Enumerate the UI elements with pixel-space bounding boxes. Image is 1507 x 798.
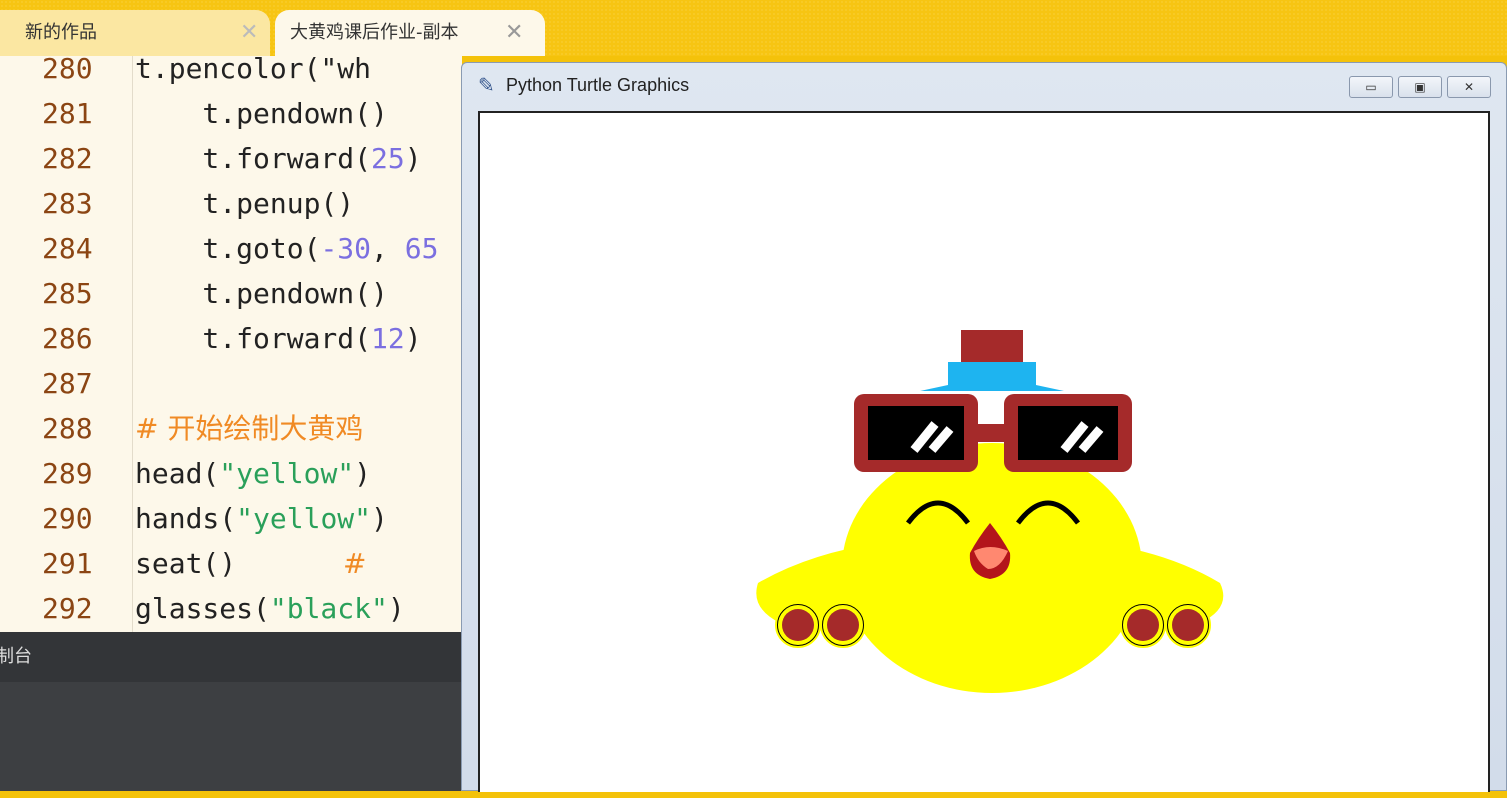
line-number: 280 — [42, 56, 93, 85]
code-token: ) — [404, 142, 422, 175]
line-number: 289 — [42, 457, 93, 490]
window-title: Python Turtle Graphics — [506, 75, 690, 95]
code-text: head("yellow") — [135, 451, 371, 496]
code-token: -30 — [320, 232, 372, 265]
code-token: 12 — [371, 322, 405, 355]
code-line[interactable]: 289 head("yellow") — [0, 451, 462, 496]
minimize-button[interactable]: ▭ — [1349, 76, 1393, 98]
code-text: hands("yellow") — [135, 496, 388, 541]
close-icon[interactable]: ✕ — [240, 10, 258, 56]
code-token: t.pencolor("wh — [135, 56, 372, 85]
code-text: # 开始绘制大黄鸡 — [135, 406, 363, 451]
line-number: 291 — [42, 547, 93, 580]
code-token: t.forward( — [135, 142, 372, 175]
code-token: 65 — [404, 232, 439, 265]
code-line[interactable]: 282 t.forward(25) — [0, 136, 462, 181]
code-text: t.pencolor("wh — [135, 56, 371, 91]
hat-band — [920, 362, 1064, 391]
hat-top — [961, 330, 1023, 362]
console-title: 制台 — [0, 646, 32, 667]
code-line[interactable]: 281 t.pendown() — [0, 91, 462, 136]
tab-label: 大黄鸡课后作业-副本 — [290, 22, 459, 43]
line-number: 283 — [42, 187, 93, 220]
line-number: 282 — [42, 142, 93, 175]
close-icon[interactable]: ✕ — [505, 10, 523, 56]
code-token: # — [236, 547, 367, 580]
tab-homework-copy[interactable]: 大黄鸡课后作业-副本 ✕ — [275, 10, 545, 56]
console-output[interactable] — [0, 682, 462, 791]
code-text: t.pendown() — [135, 271, 388, 316]
tab-new-work[interactable]: 新的作品 ✕ — [0, 10, 270, 56]
turtle-graphics-window[interactable]: ✎ Python Turtle Graphics ▭ ▣ ✕ — [461, 62, 1507, 792]
code-editor[interactable]: 280 t.pencolor("wh 281 t.pendown() 282 t.fo… — [0, 56, 462, 632]
code-token: "yellow" — [236, 502, 372, 535]
line-number: 286 — [42, 322, 93, 355]
code-token: # 开始绘制大黄鸡 — [135, 412, 364, 445]
code-token: glasses( — [135, 592, 270, 625]
code-token: "yellow" — [219, 457, 355, 490]
code-line[interactable]: 287 — [0, 361, 462, 406]
console-header: 制台 — [0, 632, 462, 682]
code-line[interactable]: 285 t.pendown() — [0, 271, 462, 316]
code-text: glasses("black") — [135, 586, 405, 631]
code-token: seat() — [135, 547, 237, 580]
code-line[interactable]: 290 hands("yellow") — [0, 496, 462, 541]
code-token: head( — [135, 457, 220, 490]
code-token: , — [371, 232, 405, 265]
tab-label: 新的作品 — [25, 22, 97, 43]
code-text: t.penup() — [135, 181, 354, 226]
code-line[interactable]: 288 # 开始绘制大黄鸡 — [0, 406, 462, 451]
code-token: t.pendown() — [135, 277, 388, 310]
feather-icon: ✎ — [478, 73, 495, 97]
code-text: seat() # — [135, 541, 366, 586]
line-number: 290 — [42, 502, 93, 535]
line-number: 284 — [42, 232, 93, 265]
turtle-canvas[interactable] — [478, 111, 1490, 792]
code-line[interactable]: 291 seat() # — [0, 541, 462, 586]
code-line[interactable]: 292 glasses("black") — [0, 586, 462, 631]
tab-bar: 新的作品 ✕ 大黄鸡课后作业-副本 ✕ — [0, 0, 1507, 56]
code-text: t.pendown() — [135, 91, 388, 136]
code-token: ) — [387, 592, 405, 625]
code-text: t.forward(25) — [135, 136, 422, 181]
code-line[interactable]: 286 t.forward(12) — [0, 316, 462, 361]
left-wing — [756, 543, 890, 623]
line-number: 285 — [42, 277, 93, 310]
code-token: "black" — [269, 592, 388, 625]
line-number: 281 — [42, 97, 93, 130]
code-token: ) — [404, 322, 422, 355]
close-button[interactable]: ✕ — [1447, 76, 1491, 98]
code-token: t.pendown() — [135, 97, 388, 130]
glasses-bridge — [978, 424, 1004, 442]
line-number: 288 — [42, 412, 93, 445]
chick-drawing — [756, 330, 1224, 693]
code-token: hands( — [135, 502, 237, 535]
code-line[interactable]: 284 t.goto(-30, 65 — [0, 226, 462, 271]
line-number: 287 — [42, 367, 93, 400]
code-token: t.goto( — [135, 232, 321, 265]
line-number: 292 — [42, 592, 93, 625]
code-text: t.goto(-30, 65 — [135, 226, 438, 271]
code-token: t.penup() — [135, 187, 355, 220]
code-text: t.forward(12) — [135, 316, 422, 361]
code-line[interactable]: 280 t.pencolor("wh — [0, 56, 462, 91]
code-token: ) — [354, 457, 372, 490]
code-line[interactable]: 283 t.penup() — [0, 181, 462, 226]
maximize-button[interactable]: ▣ — [1398, 76, 1442, 98]
code-token: 25 — [371, 142, 405, 175]
code-token: t.forward( — [135, 322, 372, 355]
code-token: ) — [371, 502, 388, 535]
